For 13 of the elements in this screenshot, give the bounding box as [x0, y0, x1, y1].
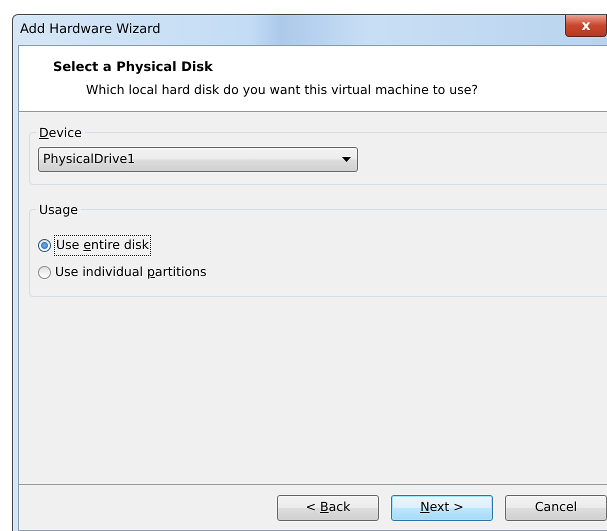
close-button[interactable]: x	[565, 15, 607, 37]
device-dropdown[interactable]: PhysicalDrive1	[38, 147, 358, 172]
page-title: Select a Physical Disk	[53, 59, 214, 77]
back-button[interactable]: < Back	[277, 494, 379, 520]
page-subtitle: Which local hard disk do you want this virtual machine to use?	[85, 80, 480, 99]
radio-label[interactable]: Use entire disk	[55, 236, 150, 255]
dropdown-arrow-icon	[342, 157, 351, 162]
next-button[interactable]: Next >	[391, 494, 493, 520]
radio-label[interactable]: Use individual partitions	[55, 262, 207, 282]
window-title: Add Hardware Wizard	[19, 21, 161, 40]
radio-button[interactable]	[38, 238, 51, 252]
cancel-button[interactable]: Cancel	[505, 494, 607, 520]
radio-button[interactable]	[38, 266, 51, 279]
